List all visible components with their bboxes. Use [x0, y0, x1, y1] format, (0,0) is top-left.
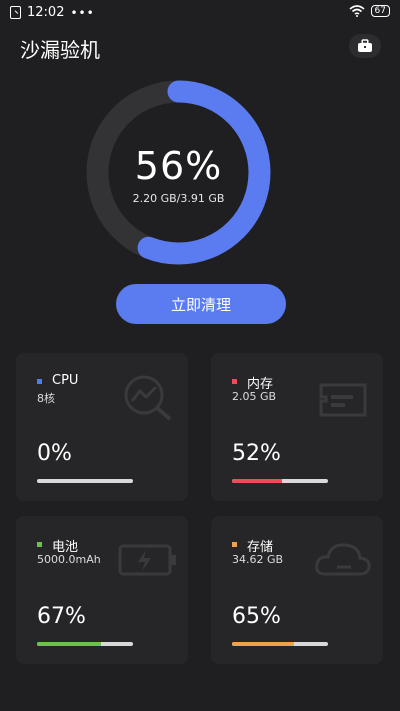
- storage-progress: [232, 642, 328, 646]
- status-dots: •••: [70, 5, 95, 20]
- storage-progress-fill: [232, 642, 295, 646]
- cpu-title: CPU: [52, 373, 79, 388]
- cpu-percent: 0%: [37, 441, 72, 466]
- memory-card-icon: [319, 383, 367, 417]
- memory-usage-text: 2.20 GB/3.91 GB: [132, 192, 225, 205]
- cpu-dot: [37, 379, 42, 384]
- battery-progress-fill: [37, 642, 102, 646]
- storage-percent: 65%: [232, 604, 281, 629]
- chart-search-icon: [124, 375, 172, 421]
- clean-now-button[interactable]: 立即清理: [116, 284, 286, 324]
- status-time: 12:02: [27, 5, 65, 20]
- battery-card[interactable]: 电池 5000.0mAh 67%: [16, 516, 188, 664]
- memory-progress-fill: [232, 479, 282, 483]
- cpu-card[interactable]: CPU 8核 0%: [16, 353, 188, 501]
- memory-card[interactable]: 内存 2.05 GB 52%: [211, 353, 383, 501]
- battery-sub: 5000.0mAh: [37, 553, 101, 566]
- page-title: 沙漏验机: [20, 38, 100, 62]
- memory-percent: 56%: [134, 144, 223, 188]
- battery-icon: 67: [370, 5, 390, 17]
- status-left: 12:02 •••: [10, 5, 95, 20]
- memory-percent-card: 52%: [232, 441, 281, 466]
- storage-card[interactable]: 存储 34.62 GB 65%: [211, 516, 383, 664]
- status-bar: 12:02 ••• 67: [0, 0, 400, 26]
- memory-usage-ring: 56% 2.20 GB/3.91 GB: [86, 80, 271, 265]
- bottom-nav-bar: [0, 705, 400, 711]
- memory-sub: 2.05 GB: [232, 390, 277, 403]
- wifi-icon: [349, 5, 365, 17]
- sim-icon: [10, 6, 21, 19]
- battery-progress: [37, 642, 133, 646]
- cpu-sub: 8核: [37, 392, 55, 405]
- storage-sub: 34.62 GB: [232, 553, 284, 566]
- memory-progress: [232, 479, 328, 483]
- cloud-icon: [315, 543, 371, 576]
- battery-percent: 67%: [37, 604, 86, 629]
- memory-dot: [232, 379, 237, 384]
- battery-dot: [37, 542, 42, 547]
- battery-charging-icon: [118, 544, 176, 576]
- storage-dot: [232, 542, 237, 547]
- toolbox-button[interactable]: [349, 34, 381, 58]
- cpu-progress: [37, 479, 133, 483]
- toolbox-icon: [358, 39, 372, 52]
- status-right: 67: [349, 5, 390, 17]
